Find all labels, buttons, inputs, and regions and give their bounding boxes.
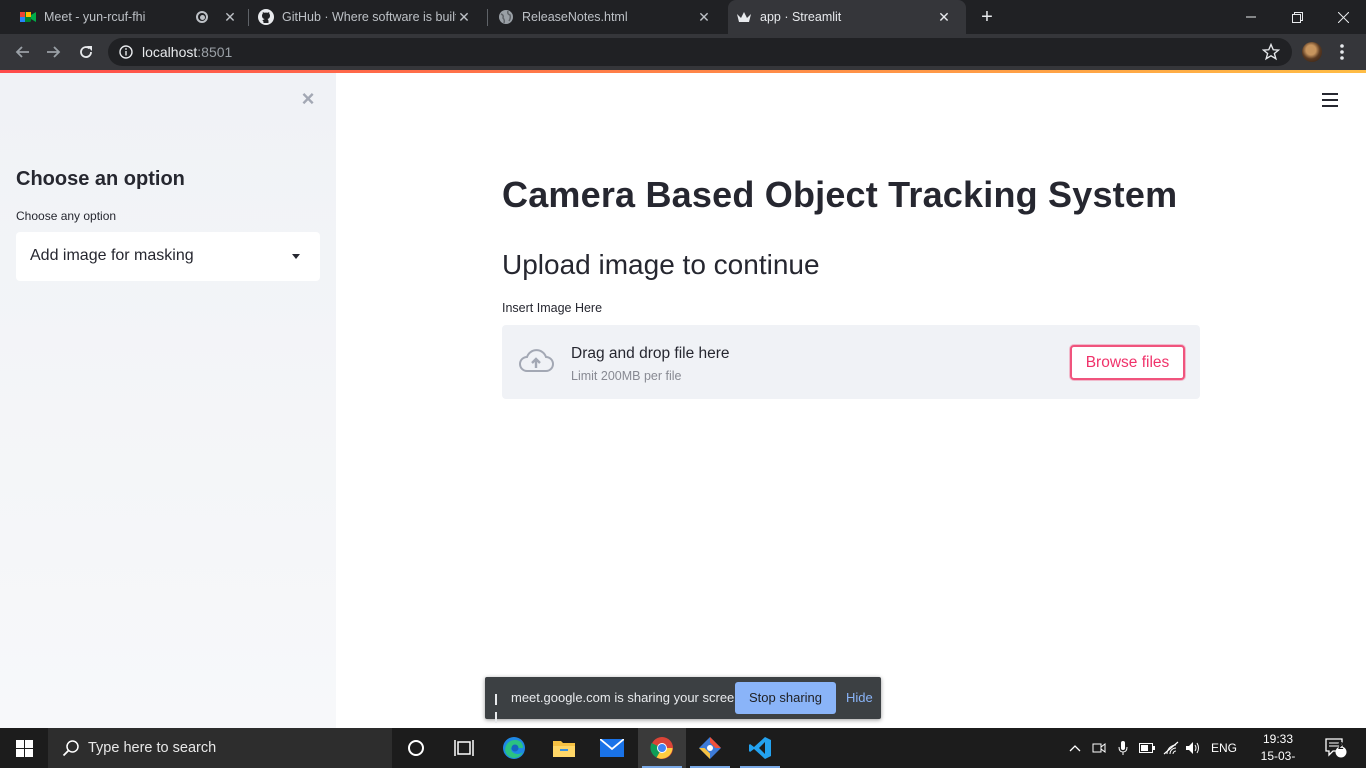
tab-divider	[248, 9, 249, 26]
url-host: localhost	[142, 44, 198, 60]
notification-count-badge: 2	[1338, 741, 1344, 752]
wifi-icon[interactable]	[1160, 728, 1182, 768]
input-language[interactable]: ENG	[1206, 728, 1242, 768]
back-arrow-icon[interactable]	[10, 40, 34, 64]
streamlit-icon	[736, 9, 752, 25]
mail-icon[interactable]	[588, 728, 636, 768]
tab-title: Meet - yun-rcuf-fhi	[44, 10, 146, 24]
globe-icon	[498, 9, 514, 25]
url-text: localhost:8501	[142, 44, 232, 60]
dropzone-limit: Limit 200MB per file	[571, 369, 682, 383]
close-sidebar-icon[interactable]: ×	[298, 88, 318, 110]
vscode-icon[interactable]	[736, 728, 784, 768]
file-explorer-icon[interactable]	[540, 728, 588, 768]
browser-tab-strip: Meet - yun-rcuf-fhi ✕ GitHub · Where sof…	[0, 0, 1366, 34]
close-tab-icon[interactable]: ✕	[696, 9, 712, 25]
chrome-icon[interactable]	[638, 728, 686, 768]
stop-sharing-button[interactable]: Stop sharing	[735, 682, 836, 714]
sidebar-title: Choose an option	[16, 168, 185, 190]
show-hidden-icons-icon[interactable]	[1064, 728, 1086, 768]
clock-date: 15-03-2021	[1260, 749, 1296, 780]
microphone-icon[interactable]	[1112, 728, 1134, 768]
new-tab-button[interactable]: +	[976, 7, 998, 29]
bookmark-star-icon[interactable]	[1261, 42, 1282, 61]
restore-icon[interactable]	[1274, 0, 1320, 34]
clock-time: 19:33	[1262, 732, 1294, 746]
tab-meet[interactable]: Meet - yun-rcuf-fhi ✕	[0, 0, 246, 34]
hamburger-menu-icon[interactable]	[1322, 93, 1338, 107]
sidebar: × Choose an option Choose any option Add…	[0, 73, 336, 728]
close-window-icon[interactable]	[1320, 0, 1366, 34]
search-placeholder: Type here to search	[88, 740, 217, 756]
notification-center-icon[interactable]: 2	[1318, 728, 1354, 768]
windows-taskbar: Type here to search ENG 19:33 15-03-2021…	[0, 728, 1366, 780]
address-bar[interactable]: localhost:8501	[108, 38, 1292, 66]
tab-streamlit-app[interactable]: app · Streamlit ✕	[728, 0, 966, 34]
chrome-menu-icon[interactable]	[1338, 42, 1346, 62]
cloud-upload-icon	[517, 347, 555, 375]
camera-in-use-icon[interactable]	[1088, 728, 1110, 768]
tab-title: ReleaseNotes.html	[522, 10, 628, 24]
tab-release-notes[interactable]: ReleaseNotes.html ✕	[488, 0, 726, 34]
file-dropzone[interactable]: Drag and drop file here Limit 200MB per …	[502, 325, 1200, 399]
reload-icon[interactable]	[74, 40, 98, 64]
select-value: Add image for masking	[30, 247, 194, 264]
tab-github[interactable]: GitHub · Where software is built ✕	[250, 0, 486, 34]
search-icon	[62, 739, 80, 757]
recording-indicator-icon	[196, 11, 208, 23]
close-tab-icon[interactable]: ✕	[456, 9, 472, 25]
share-message: meet.google.com is sharing your screen.	[511, 690, 746, 705]
volume-icon[interactable]	[1182, 728, 1204, 768]
site-info-icon[interactable]	[119, 45, 133, 59]
task-view-icon[interactable]	[440, 728, 488, 768]
select-label: Choose any option	[16, 209, 117, 223]
page-title: Camera Based Object Tracking System	[502, 174, 1178, 215]
git-app-icon[interactable]	[686, 728, 734, 768]
page-subtitle: Upload image to continue	[502, 249, 820, 280]
hide-banner-link[interactable]: Hide	[846, 690, 873, 705]
github-icon	[258, 9, 274, 25]
pause-icon	[495, 692, 501, 723]
url-port: :8501	[197, 44, 233, 60]
close-tab-icon[interactable]: ✕	[936, 9, 952, 25]
windows-start-icon[interactable]	[0, 728, 48, 768]
taskbar-search-box[interactable]: Type here to search	[48, 728, 392, 768]
dropzone-instructions: Drag and drop file here	[571, 345, 730, 362]
tab-title: app · Streamlit	[760, 10, 842, 24]
cortana-icon[interactable]	[392, 728, 440, 768]
chevron-down-icon	[292, 254, 300, 259]
google-meet-icon	[20, 9, 36, 25]
profile-avatar[interactable]	[1302, 42, 1322, 62]
taskbar-clock[interactable]: 19:33 15-03-2021	[1248, 731, 1308, 782]
forward-arrow-icon[interactable]	[42, 40, 66, 64]
battery-icon[interactable]	[1136, 728, 1158, 768]
edge-browser-icon[interactable]	[490, 728, 538, 768]
tab-title: GitHub · Where software is built	[282, 10, 456, 24]
uploader-label: Insert Image Here	[502, 301, 603, 315]
browse-files-button[interactable]: Browse files	[1070, 345, 1185, 380]
screen-share-banner: meet.google.com is sharing your screen. …	[485, 677, 881, 723]
option-select[interactable]: Add image for masking	[16, 232, 320, 281]
close-tab-icon[interactable]: ✕	[222, 9, 238, 25]
minimize-icon[interactable]	[1228, 0, 1274, 34]
